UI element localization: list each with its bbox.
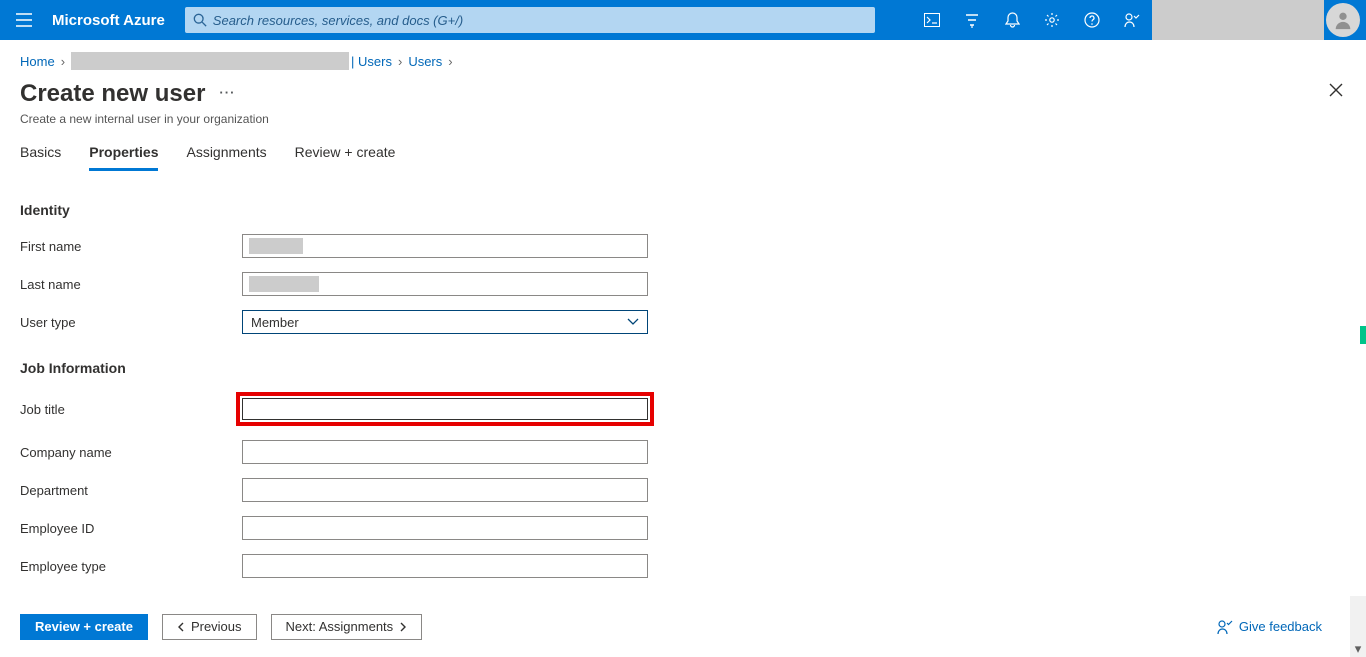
search-icon — [193, 13, 207, 27]
chevron-right-icon — [399, 622, 407, 632]
scroll-indicator-pip — [1360, 326, 1366, 344]
tab-basics[interactable]: Basics — [20, 144, 61, 171]
redacted-value — [249, 276, 319, 292]
crumb-directory[interactable]: | Users — [71, 52, 392, 70]
chevron-right-icon: › — [398, 54, 402, 69]
label-last-name: Last name — [20, 277, 242, 292]
filter-icon[interactable] — [952, 0, 992, 40]
chevron-right-icon: › — [448, 54, 452, 69]
previous-label: Previous — [191, 619, 242, 634]
tab-review-create[interactable]: Review + create — [295, 144, 396, 171]
form-scroll-area[interactable]: Identity First name Last name User type … — [0, 176, 1366, 595]
section-job-heading: Job Information — [20, 360, 1346, 376]
feedback-label: Give feedback — [1239, 619, 1322, 634]
tab-bar: Basics Properties Assignments Review + c… — [0, 126, 1366, 171]
help-icon[interactable] — [1072, 0, 1112, 40]
review-create-button[interactable]: Review + create — [20, 614, 148, 640]
next-button[interactable]: Next: Assignments — [271, 614, 423, 640]
avatar[interactable] — [1326, 3, 1360, 37]
label-first-name: First name — [20, 239, 242, 254]
crumb-home[interactable]: Home — [20, 54, 55, 69]
chevron-down-icon — [627, 318, 639, 326]
brand-label[interactable]: Microsoft Azure — [48, 12, 179, 29]
scroll-down-arrow-icon[interactable]: ▾ — [1350, 641, 1366, 657]
chevron-left-icon — [177, 622, 185, 632]
more-actions-icon[interactable]: ··· — [219, 85, 235, 100]
user-type-select[interactable]: Member — [242, 310, 648, 334]
label-company-name: Company name — [20, 445, 242, 460]
redacted-box — [71, 52, 349, 70]
cloud-shell-icon[interactable] — [912, 0, 952, 40]
job-title-highlight — [236, 392, 654, 426]
department-input[interactable] — [242, 478, 648, 502]
job-title-input[interactable] — [242, 398, 648, 420]
label-employee-id: Employee ID — [20, 521, 242, 536]
tab-assignments[interactable]: Assignments — [186, 144, 266, 171]
section-identity-heading: Identity — [20, 202, 1346, 218]
label-job-title: Job title — [20, 402, 242, 417]
chevron-right-icon: › — [61, 54, 65, 69]
tab-properties[interactable]: Properties — [89, 144, 158, 171]
last-name-input[interactable] — [242, 272, 648, 296]
close-icon[interactable] — [1328, 82, 1344, 98]
feedback-person-icon — [1217, 619, 1233, 635]
label-department: Department — [20, 483, 242, 498]
menu-icon[interactable] — [0, 13, 48, 27]
redacted-value — [249, 238, 303, 254]
user-type-value: Member — [251, 315, 299, 330]
previous-button[interactable]: Previous — [162, 614, 257, 640]
account-info-redacted — [1152, 0, 1324, 40]
settings-gear-icon[interactable] — [1032, 0, 1072, 40]
breadcrumb: Home › | Users › Users › — [0, 40, 1366, 76]
global-search[interactable] — [185, 7, 875, 33]
footer-bar: Review + create Previous Next: Assignmen… — [0, 595, 1366, 657]
scrollbar-track[interactable]: ▾ — [1350, 596, 1366, 657]
top-right-icons — [912, 0, 1366, 40]
employee-type-input[interactable] — [242, 554, 648, 578]
feedback-icon[interactable] — [1112, 0, 1152, 40]
azure-top-bar: Microsoft Azure — [0, 0, 1366, 40]
next-label: Next: Assignments — [286, 619, 394, 634]
page-subtitle: Create a new internal user in your organ… — [20, 112, 1346, 126]
crumb-users[interactable]: Users — [408, 54, 442, 69]
give-feedback-link[interactable]: Give feedback — [1217, 619, 1322, 635]
label-employee-type: Employee type — [20, 559, 242, 574]
notifications-icon[interactable] — [992, 0, 1032, 40]
search-input[interactable] — [213, 13, 867, 28]
page-header: Create new user ··· Create a new interna… — [0, 76, 1366, 126]
label-user-type: User type — [20, 315, 242, 330]
first-name-input[interactable] — [242, 234, 648, 258]
employee-id-input[interactable] — [242, 516, 648, 540]
company-name-input[interactable] — [242, 440, 648, 464]
page-title: Create new user — [20, 80, 205, 108]
